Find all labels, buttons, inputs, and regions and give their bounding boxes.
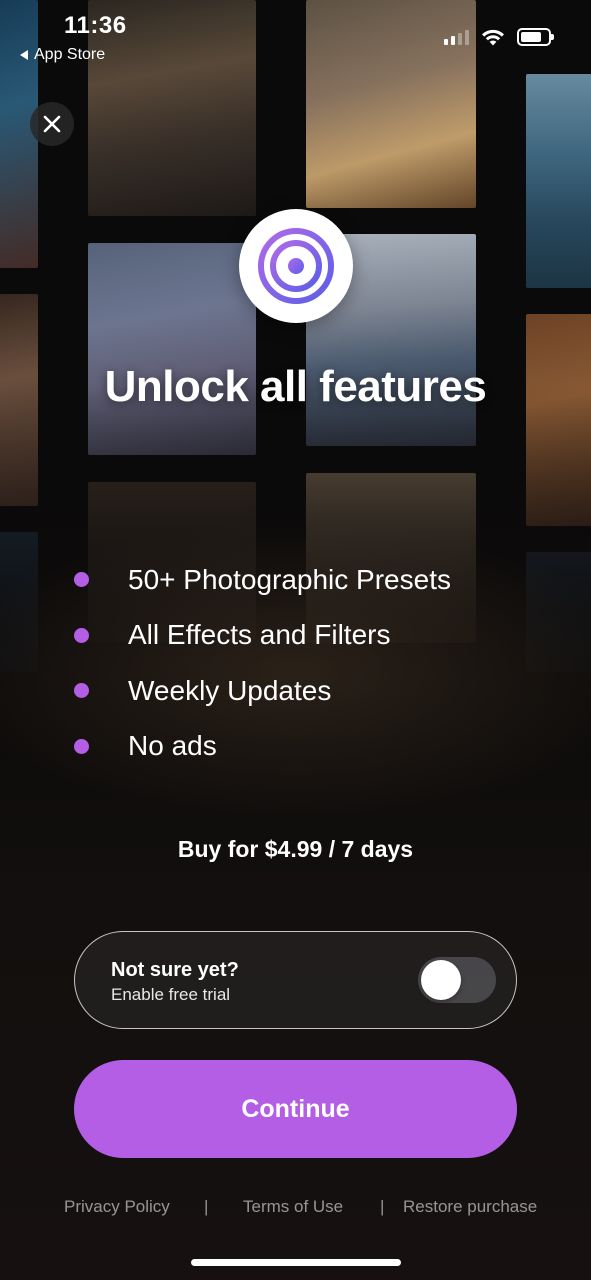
- feature-label: No ads: [128, 730, 217, 762]
- restore-purchase-link[interactable]: Restore purchase: [403, 1197, 537, 1217]
- status-time: 11:36: [64, 12, 127, 39]
- status-icons: [444, 28, 554, 46]
- free-trial-toggle[interactable]: [418, 957, 496, 1003]
- privacy-policy-link[interactable]: Privacy Policy: [64, 1197, 170, 1217]
- trial-title: Not sure yet?: [111, 959, 239, 981]
- bullet-icon: [74, 683, 89, 699]
- paywall-screen: 11:36 App Store Unlock all features 50+ …: [0, 0, 591, 1280]
- app-logo: [239, 209, 353, 323]
- toggle-knob: [421, 960, 461, 1000]
- close-button[interactable]: [30, 102, 74, 146]
- footer-separator: |: [380, 1197, 385, 1216]
- footer-separator: |: [204, 1197, 209, 1216]
- back-to-app-store-link[interactable]: App Store: [20, 46, 105, 64]
- back-app-label: App Store: [34, 46, 106, 63]
- page-title: Unlock all features: [104, 362, 487, 411]
- battery-icon: [517, 28, 554, 46]
- continue-button[interactable]: Continue: [74, 1060, 517, 1158]
- feature-label: Weekly Updates: [128, 674, 332, 706]
- cellular-signal-icon: [444, 29, 469, 45]
- trial-subtitle: Enable free trial: [111, 985, 231, 1004]
- footer-links: Privacy Policy | Terms of Use | Restore …: [0, 1197, 591, 1221]
- feature-item: 50+ Photographic Presets: [74, 552, 451, 608]
- feature-label: All Effects and Filters: [128, 619, 391, 651]
- wifi-icon: [482, 29, 504, 46]
- feature-list: 50+ Photographic Presets All Effects and…: [74, 552, 451, 774]
- bullet-icon: [74, 572, 89, 588]
- feature-item: Weekly Updates: [74, 663, 451, 719]
- free-trial-card[interactable]: Not sure yet? Enable free trial: [74, 931, 517, 1029]
- feature-item: All Effects and Filters: [74, 608, 451, 664]
- terms-of-use-link[interactable]: Terms of Use: [243, 1197, 343, 1217]
- close-icon: [43, 115, 61, 133]
- app-logo-icon: [258, 228, 334, 304]
- price-text: Buy for $4.99 / 7 days: [177, 836, 414, 862]
- bullet-icon: [74, 738, 89, 754]
- back-arrow-icon: [20, 50, 28, 60]
- bullet-icon: [74, 627, 89, 643]
- feature-label: 50+ Photographic Presets: [128, 563, 451, 595]
- home-indicator[interactable]: [191, 1259, 401, 1266]
- feature-item: No ads: [74, 719, 451, 775]
